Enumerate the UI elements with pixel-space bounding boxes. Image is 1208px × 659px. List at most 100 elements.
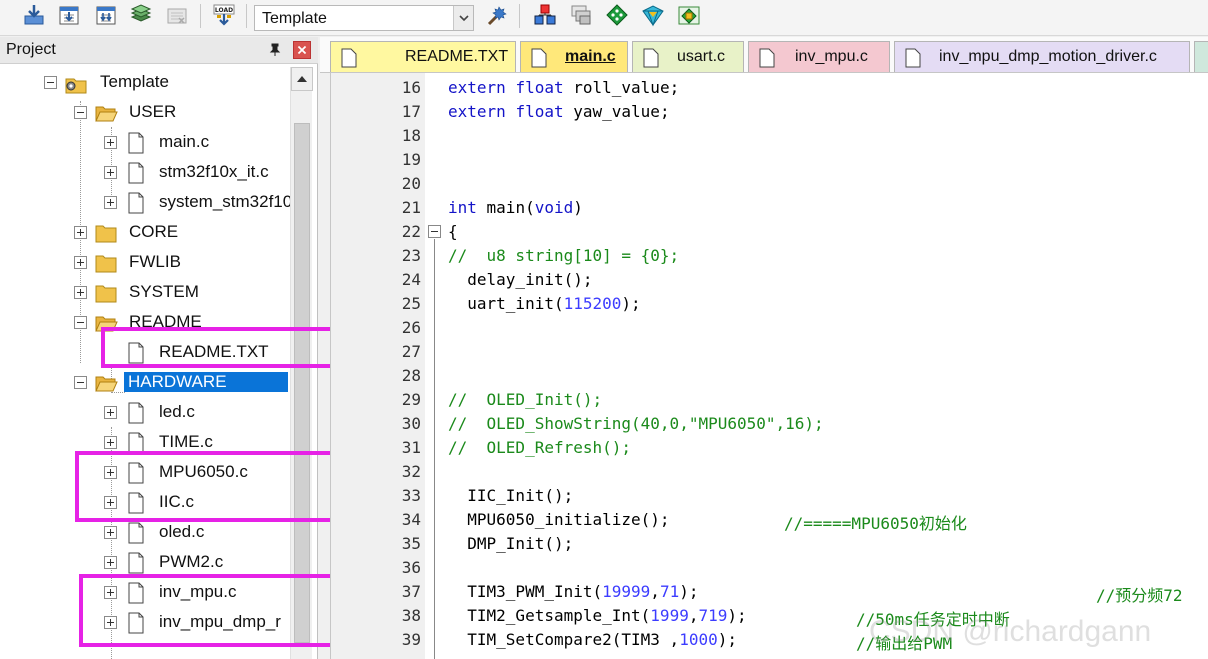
tab-inv-mpu-c[interactable]: inv_mpu.c <box>748 41 890 72</box>
line-number: 27 <box>401 342 421 361</box>
c-file-icon <box>124 521 148 545</box>
tree-group-system[interactable]: SYSTEM <box>0 279 290 307</box>
rebuild-icon[interactable] <box>94 3 118 27</box>
line-number: 16 <box>401 78 421 97</box>
folder-icon <box>94 281 118 305</box>
collapse-icon[interactable] <box>44 76 57 89</box>
tab-usart-c[interactable]: usart.c <box>632 41 744 72</box>
folder-open-icon <box>94 101 118 125</box>
expand-icon[interactable] <box>104 136 117 149</box>
target-select-value: Template <box>262 10 327 27</box>
code-editor[interactable]: 16 17 18 19 20 21 22 23 24 25 26 27 28 2… <box>330 73 1208 659</box>
code-line-22: { <box>448 222 458 241</box>
c-file-icon <box>759 48 775 68</box>
c-file-icon <box>124 401 148 425</box>
c-file-icon <box>905 48 921 68</box>
collapse-icon[interactable] <box>74 316 87 329</box>
highlight-box <box>101 327 347 368</box>
line-number: 22 <box>401 222 421 241</box>
line-number: 36 <box>401 558 421 577</box>
folder-open-icon <box>94 371 118 395</box>
save-icon[interactable] <box>22 3 46 27</box>
project-panel-header: Project <box>0 37 318 64</box>
tree-group-core[interactable]: CORE <box>0 219 290 247</box>
code-line-24: delay_init(); <box>448 270 593 289</box>
download-icon[interactable]: LOAD <box>212 3 236 27</box>
line-number: 38 <box>401 606 421 625</box>
line-number: 39 <box>401 630 421 649</box>
line-number: 24 <box>401 270 421 289</box>
text-file-icon <box>341 48 357 68</box>
tree-file-oled-c[interactable]: oled.c <box>0 519 290 547</box>
scroll-up-icon[interactable] <box>291 67 313 91</box>
tree-file-system-stm32f10[interactable]: system_stm32f10 <box>0 189 290 217</box>
line-number: 35 <box>401 534 421 553</box>
expand-icon[interactable] <box>104 166 117 179</box>
build-icon[interactable] <box>57 3 81 27</box>
expand-icon[interactable] <box>74 226 87 239</box>
pack-installer-icon[interactable] <box>641 3 665 27</box>
code-line-33: IIC_Init(); <box>448 486 574 505</box>
expand-icon[interactable] <box>104 196 117 209</box>
toolbar: LOAD Template <box>0 0 1208 36</box>
collapse-icon[interactable] <box>74 106 87 119</box>
c-file-icon <box>124 191 148 215</box>
c-file-icon <box>643 48 659 68</box>
tab-inv-mpu-dmp-motion-driver-c[interactable]: inv_mpu_dmp_motion_driver.c <box>894 41 1190 72</box>
collapse-icon[interactable] <box>74 376 87 389</box>
expand-icon[interactable] <box>74 286 87 299</box>
expand-icon[interactable] <box>74 256 87 269</box>
tree-file-stm32f10x-it[interactable]: stm32f10x_it.c <box>0 159 290 187</box>
pin-icon[interactable] <box>268 43 282 57</box>
stop-build-icon[interactable] <box>165 3 189 27</box>
code-line-34: MPU6050_initialize();//=====MPU6050初始化 <box>448 510 967 533</box>
tab-overflow[interactable] <box>1194 41 1208 72</box>
fold-collapse-icon[interactable] <box>428 225 441 238</box>
tab-readme-txt[interactable]: README.TXT <box>330 41 516 72</box>
target-select[interactable]: Template <box>254 5 474 31</box>
code-line-35: DMP_Init(); <box>448 534 574 553</box>
folder-icon <box>94 251 118 275</box>
batch-build-icon[interactable] <box>129 3 153 27</box>
manage-components-icon[interactable] <box>533 3 557 27</box>
code-line-29: // OLED_Init(); <box>448 390 603 409</box>
tree-node-template[interactable]: Template <box>0 69 290 97</box>
code-line-21: int main(void) <box>448 198 583 217</box>
code-line-17: extern float yaw_value; <box>448 102 670 121</box>
file-extensions-icon[interactable] <box>569 3 593 27</box>
line-number: 30 <box>401 414 421 433</box>
target-options-icon[interactable] <box>485 3 509 27</box>
scrollbar-thumb[interactable] <box>294 123 310 643</box>
expand-icon[interactable] <box>104 436 117 449</box>
line-number: 26 <box>401 318 421 337</box>
fold-margin <box>425 73 441 659</box>
project-panel-title: Project <box>6 41 56 58</box>
tab-main-c[interactable]: main.c <box>520 41 628 72</box>
c-file-icon <box>124 551 148 575</box>
select-packs-icon[interactable] <box>605 3 629 27</box>
project-target-icon <box>64 71 88 95</box>
run-time-env-icon[interactable] <box>677 3 701 27</box>
line-number: 29 <box>401 390 421 409</box>
c-file-icon <box>124 161 148 185</box>
code-line-23: // u8 string[10] = {0}; <box>448 246 680 265</box>
code-line-38: TIM2_Getsample_Int(1999,719);//50ms任务定时中… <box>448 606 1010 629</box>
chevron-down-icon[interactable] <box>453 6 473 30</box>
code-line-31: // OLED_Refresh(); <box>448 438 632 457</box>
tree-file-pwm2-c[interactable]: PWM2.c <box>0 549 290 577</box>
code-line-25: uart_init(115200); <box>448 294 641 313</box>
expand-icon[interactable] <box>104 406 117 419</box>
tree-file-main-c[interactable]: main.c <box>0 129 290 157</box>
tree-group-fwlib[interactable]: FWLIB <box>0 249 290 277</box>
tree-file-led-c[interactable]: led.c <box>0 399 290 427</box>
expand-icon[interactable] <box>104 556 117 569</box>
line-number: 28 <box>401 366 421 385</box>
tree-group-user[interactable]: USER <box>0 99 290 127</box>
tree-group-hardware[interactable]: HARDWARE <box>0 369 290 397</box>
toolbar-separator <box>519 4 520 28</box>
expand-icon[interactable] <box>104 526 117 539</box>
line-number: 33 <box>401 486 421 505</box>
line-number: 20 <box>401 174 421 193</box>
ide-window: LOAD Template Project Template USER main… <box>0 0 1208 659</box>
close-icon[interactable] <box>293 41 311 59</box>
